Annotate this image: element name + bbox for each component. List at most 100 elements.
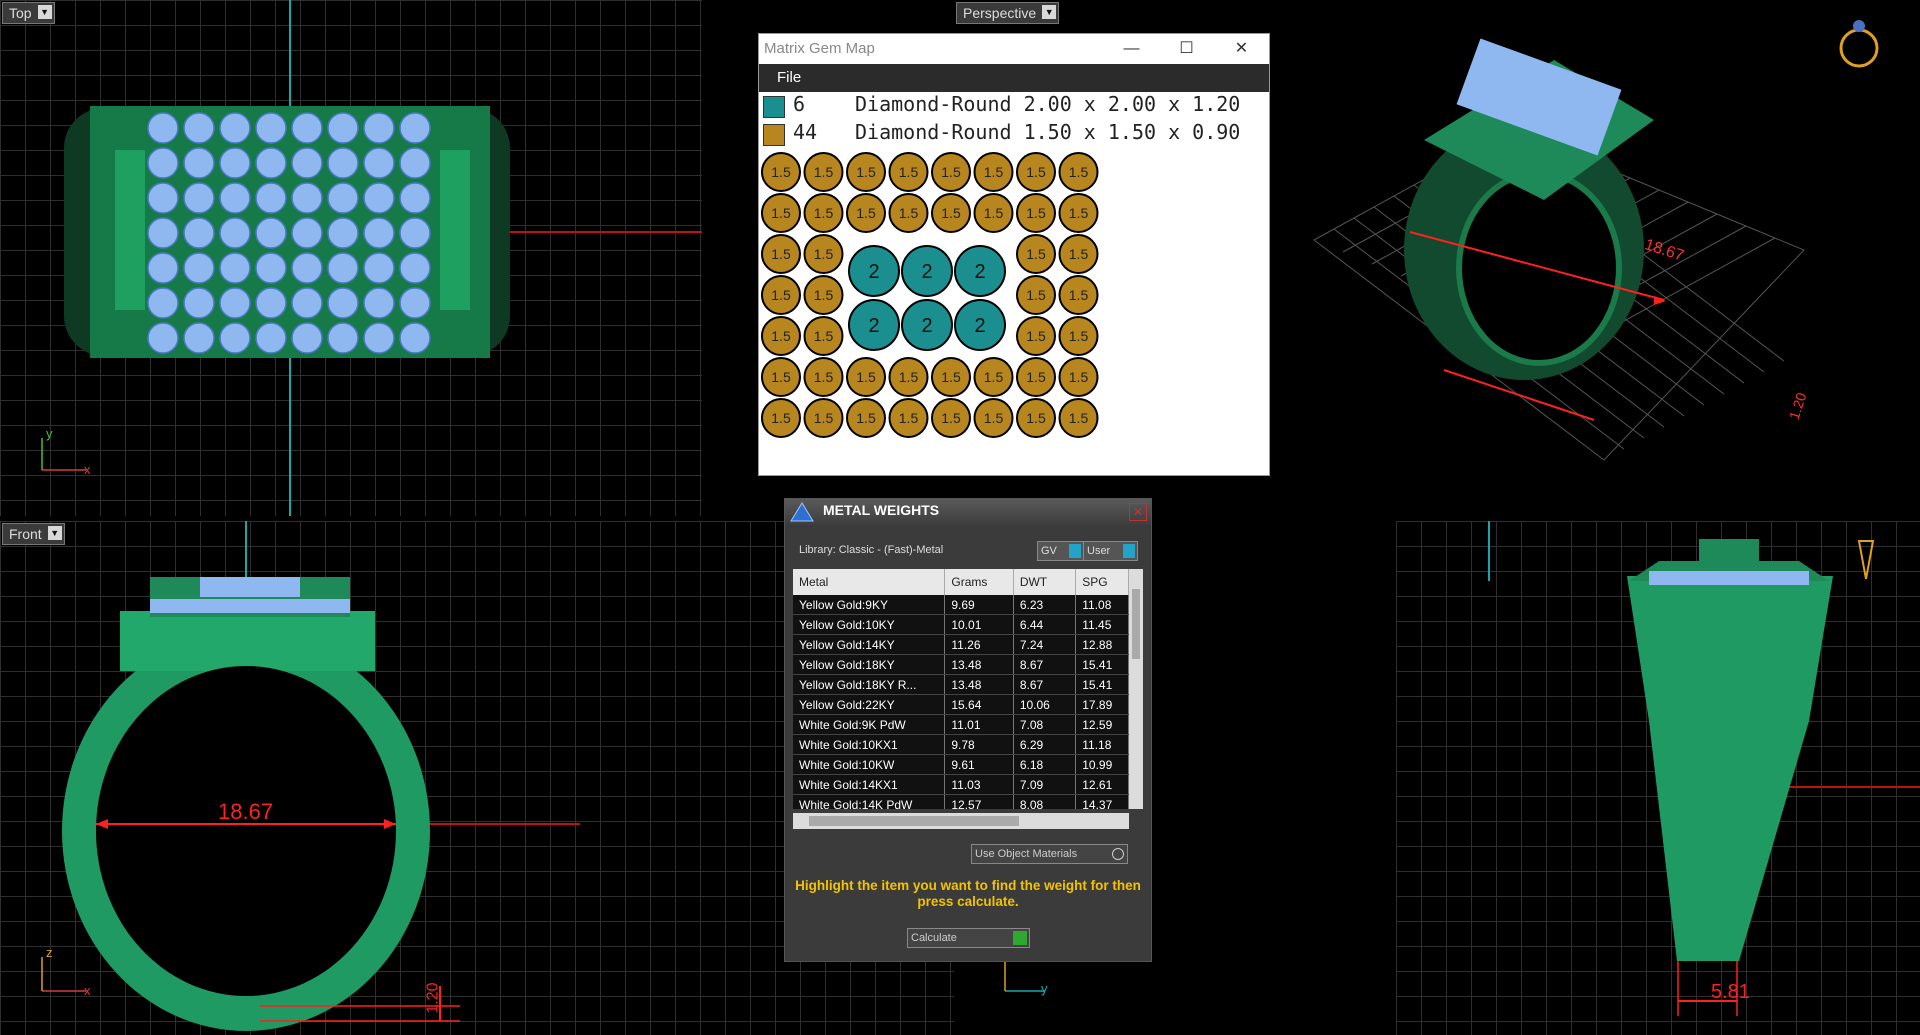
top-view-label[interactable]: Top ▼: [2, 2, 55, 24]
spg-cell: 12.61: [1075, 774, 1129, 795]
top-view-stone: [219, 252, 251, 284]
use-object-materials-toggle[interactable]: Use Object Materials: [971, 844, 1128, 864]
user-toggle[interactable]: User: [1083, 541, 1138, 561]
front-view-label[interactable]: Front ▼: [2, 523, 65, 545]
perspective-view-label[interactable]: Perspective ▼: [956, 2, 1060, 24]
top-view-stone: [399, 147, 431, 179]
dwt-cell: 8.67: [1013, 674, 1077, 695]
table-row[interactable]: White Gold:14KX1 11.03 7.09 12.61: [793, 774, 1129, 795]
grams-cell: 12.57: [944, 794, 1014, 809]
maximize-icon[interactable]: ☐: [1159, 34, 1214, 64]
table-row[interactable]: White Gold:14K PdW 12.57 8.08 14.37: [793, 794, 1129, 809]
metal-weights-title: METAL WEIGHTS: [823, 502, 940, 518]
grams-cell: 13.48: [944, 674, 1014, 695]
table-row[interactable]: Yellow Gold:14KY 11.26 7.24 12.88: [793, 634, 1129, 655]
close-icon[interactable]: ✕: [1129, 503, 1147, 521]
gem-small-label: 1.5: [984, 369, 1004, 385]
table-row[interactable]: White Gold:9K PdW 11.01 7.08 12.59: [793, 714, 1129, 735]
gem-small-label: 1.5: [856, 410, 876, 426]
top-view-stone: [183, 287, 215, 319]
top-view-stone: [219, 322, 251, 354]
top-view-stone: [255, 322, 287, 354]
top-view-stone: [327, 182, 359, 214]
gem-large-label: 2: [974, 261, 985, 283]
gem-map-titlebar[interactable]: Matrix Gem Map — ☐ ✕: [759, 34, 1269, 64]
top-view-stone: [291, 252, 323, 284]
chevron-down-icon[interactable]: ▼: [1042, 5, 1057, 19]
metal-cell: Yellow Gold:9KY: [793, 595, 946, 615]
table-row[interactable]: White Gold:10KX1 9.78 6.29 11.18: [793, 734, 1129, 755]
table-row[interactable]: Yellow Gold:9KY 9.69 6.23 11.08: [793, 595, 1129, 615]
grams-cell: 11.26: [944, 634, 1014, 655]
dwt-cell: 7.08: [1013, 714, 1077, 735]
dwt-cell: 10.06: [1013, 694, 1077, 715]
minimize-icon[interactable]: —: [1104, 34, 1159, 64]
table-vertical-scrollbar[interactable]: [1129, 569, 1143, 809]
gem-small-label: 1.5: [814, 205, 834, 221]
gv-toggle[interactable]: GV: [1037, 541, 1084, 561]
column-header-dwt[interactable]: DWT: [1013, 569, 1077, 595]
close-icon[interactable]: ✕: [1214, 34, 1269, 64]
dwt-cell: 8.08: [1013, 794, 1077, 809]
top-view-stone: [327, 217, 359, 249]
gem-small-label: 1.5: [899, 205, 919, 221]
menu-file[interactable]: File: [777, 69, 801, 86]
metal-cell: White Gold:14K PdW: [793, 794, 946, 809]
metal-weights-titlebar[interactable]: METAL WEIGHTS ✕: [785, 499, 1151, 525]
column-header-metal[interactable]: Metal: [793, 569, 946, 595]
top-view-stone: [147, 147, 179, 179]
top-view-stone: [399, 252, 431, 284]
dwt-cell: 6.23: [1013, 595, 1077, 615]
scrollbar-thumb[interactable]: [809, 816, 1019, 826]
grams-cell: 9.69: [944, 595, 1014, 615]
gem-small-label: 1.5: [1026, 246, 1046, 262]
top-view-stone: [363, 112, 395, 144]
table-row[interactable]: White Gold:10KW 9.61 6.18 10.99: [793, 754, 1129, 775]
table-row[interactable]: Yellow Gold:10KY 10.01 6.44 11.45: [793, 614, 1129, 635]
top-view-stone: [327, 147, 359, 179]
top-view-stone: [255, 112, 287, 144]
top-view-stone: [147, 252, 179, 284]
table-row[interactable]: Yellow Gold:22KY 15.64 10.06 17.89: [793, 694, 1129, 715]
calculate-button[interactable]: Calculate: [907, 928, 1030, 948]
gem-legend-row-small[interactable]: 44 Diamond-Round 1.50 x 1.50 x 0.90: [759, 120, 1269, 148]
top-view-stone: [219, 287, 251, 319]
top-view-stone: [291, 322, 323, 354]
column-header-grams[interactable]: Grams: [944, 569, 1014, 595]
dwt-cell: 6.44: [1013, 614, 1077, 635]
scrollbar-thumb[interactable]: [1132, 589, 1140, 659]
column-header-spg[interactable]: SPG: [1075, 569, 1129, 595]
calculate-button-label: Calculate: [911, 932, 957, 944]
top-viewport[interactable]: Top ▼ y x: [0, 0, 702, 516]
top-view-stone: [255, 252, 287, 284]
metal-weights-hint: Highlight the item you want to find the …: [795, 878, 1141, 909]
gem-small-label: 1.5: [771, 369, 791, 385]
chevron-down-icon[interactable]: ▼: [47, 526, 62, 540]
top-view-stone: [363, 287, 395, 319]
spg-cell: 11.45: [1075, 614, 1129, 635]
metal-weights-table[interactable]: Metal Grams DWT SPG Yellow Gold:9KY 9.69 6…: [793, 569, 1129, 809]
gem-count-small: 44: [793, 120, 818, 144]
gem-small-label: 1.5: [1026, 164, 1046, 180]
top-view-stone: [183, 147, 215, 179]
gem-small-label: 1.5: [1069, 369, 1089, 385]
top-view-stone: [399, 322, 431, 354]
gem-map-window[interactable]: Matrix Gem Map — ☐ ✕ File 6 Diamond-Round …: [758, 33, 1270, 476]
top-view-stone: [255, 287, 287, 319]
table-horizontal-scrollbar[interactable]: [793, 813, 1129, 829]
metal-cell: White Gold:14KX1: [793, 774, 946, 795]
gem-map-grid[interactable]: 1.5 1.5 1.5 1.5 1.5 1.5 1.5 1.5 1.5 1.5 1.5 1.5 1.5 1…: [759, 150, 1269, 460]
use-object-materials-label: Use Object Materials: [975, 848, 1078, 860]
toggle-indicator-icon: [1123, 544, 1135, 558]
table-row[interactable]: Yellow Gold:18KY 13.48 8.67 15.41: [793, 654, 1129, 675]
user-toggle-label: User: [1087, 545, 1111, 557]
chevron-down-icon[interactable]: ▼: [37, 5, 52, 19]
metal-weights-panel[interactable]: METAL WEIGHTS ✕ Library: Classic - (Fast…: [784, 498, 1152, 962]
table-row[interactable]: Yellow Gold:18KY R... 13.48 8.67 15.41: [793, 674, 1129, 695]
dwt-cell: 7.24: [1013, 634, 1077, 655]
spg-cell: 15.41: [1075, 654, 1129, 675]
gem-legend-row-large[interactable]: 6 Diamond-Round 2.00 x 2.00 x 1.20: [759, 92, 1269, 120]
top-view-stone: [399, 287, 431, 319]
top-view-stone: [363, 217, 395, 249]
gem-small-label: 1.5: [814, 369, 834, 385]
